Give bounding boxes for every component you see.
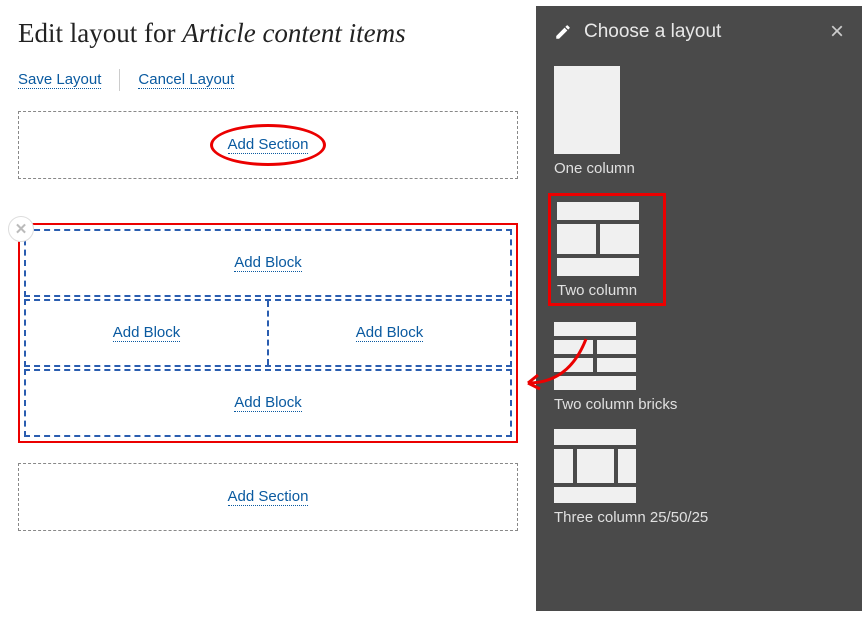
layout-row-middle: Add Block Add Block: [24, 299, 512, 367]
layout-label: Two column bricks: [554, 396, 844, 413]
add-section-link[interactable]: Add Section: [228, 136, 309, 154]
layout-label: Two column: [557, 282, 657, 299]
actions-bar: Save Layout Cancel Layout: [18, 69, 518, 91]
save-layout-link[interactable]: Save Layout: [18, 71, 101, 89]
layout-label: One column: [554, 160, 844, 177]
add-section-bottom[interactable]: Add Section: [18, 463, 518, 531]
actions-divider: [119, 69, 120, 91]
layout-option-two-column[interactable]: Two column: [548, 193, 666, 306]
layout-section: Add Block Add Block Add Block Add Block: [18, 223, 518, 443]
sidebar-title: Choose a layout: [584, 21, 721, 43]
layout-option-two-column-bricks[interactable]: Two column bricks: [554, 322, 844, 413]
layout-thumb: [557, 202, 639, 276]
add-section-link[interactable]: Add Section: [228, 488, 309, 506]
layout-cell[interactable]: Add Block: [26, 301, 267, 365]
add-section-top[interactable]: Add Section: [18, 111, 518, 179]
close-icon[interactable]: ×: [830, 20, 844, 44]
add-block-link[interactable]: Add Block: [113, 324, 181, 342]
cancel-layout-link[interactable]: Cancel Layout: [138, 71, 234, 89]
pencil-icon: [554, 23, 572, 41]
title-entity: Article content items: [182, 18, 405, 48]
sidebar-body: One column Two column Two column bricks: [536, 58, 862, 611]
layout-option-three-column[interactable]: Three column 25/50/25: [554, 429, 844, 526]
layout-option-one-column[interactable]: One column: [554, 66, 844, 177]
add-block-link[interactable]: Add Block: [234, 394, 302, 412]
add-block-link[interactable]: Add Block: [356, 324, 424, 342]
title-prefix: Edit layout for: [18, 18, 182, 48]
layout-row-top: Add Block: [24, 229, 512, 297]
layout-cell[interactable]: Add Block: [26, 371, 510, 435]
layout-row-bottom: Add Block: [24, 369, 512, 437]
layout-label: Three column 25/50/25: [554, 509, 844, 526]
sidebar-header: Choose a layout ×: [536, 6, 862, 58]
sidebar: Choose a layout × One column Two column: [536, 6, 862, 611]
remove-section-icon[interactable]: ✕: [8, 216, 34, 242]
layout-thumb: [554, 66, 620, 154]
layout-cell[interactable]: Add Block: [267, 301, 510, 365]
layout-thumb: [554, 429, 636, 503]
add-block-link[interactable]: Add Block: [234, 254, 302, 272]
page-title: Edit layout for Article content items: [18, 18, 518, 49]
layout-cell[interactable]: Add Block: [26, 231, 510, 295]
layout-thumb: [554, 322, 636, 390]
